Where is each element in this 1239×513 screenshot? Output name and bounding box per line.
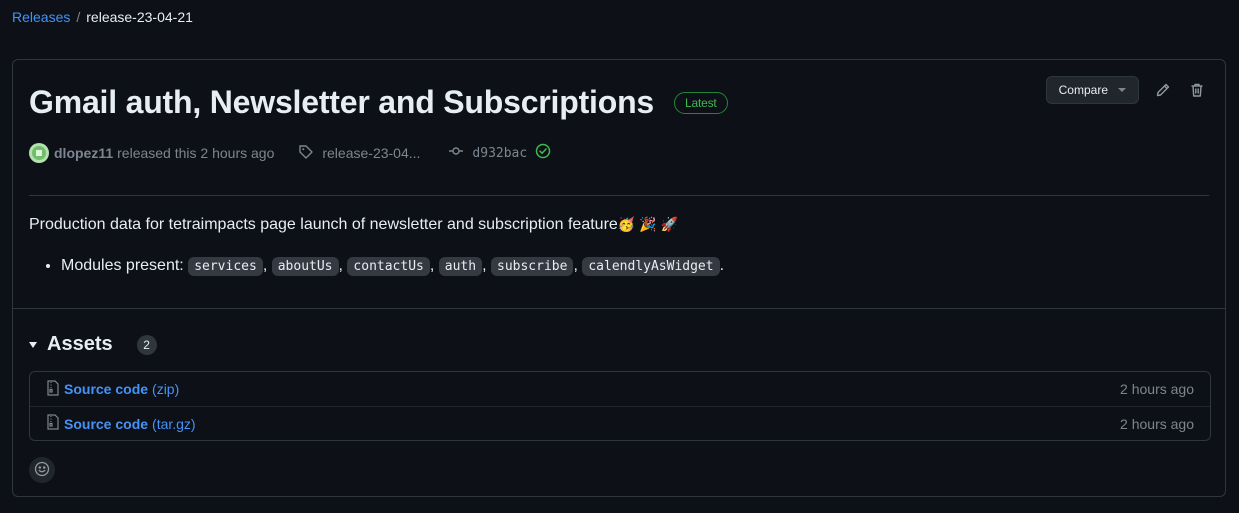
release-meta: dlopez11 released this 2 hours ago relea… [29,143,551,163]
pencil-icon[interactable] [1153,80,1173,100]
breadcrumb: Releases / release-23-04-21 [12,9,193,25]
assets-toggle[interactable]: Assets 2 [29,333,157,356]
author-link[interactable]: dlopez11 [54,145,113,161]
asset-type: (zip) [152,381,180,397]
module-code: auth [438,257,483,276]
git-commit-icon [448,143,464,163]
asset-row: Source code (zip) 2 hours ago [30,372,1210,406]
breadcrumb-releases-link[interactable]: Releases [12,9,70,25]
breadcrumb-current: release-23-04-21 [86,9,193,25]
module-code: aboutUs [271,257,339,276]
release-actions: Compare [1045,76,1207,104]
avatar[interactable] [29,143,49,163]
divider [13,308,1225,309]
divider [29,195,1209,196]
module-code: services [188,257,263,276]
smiley-icon [34,461,50,480]
caret-down-icon [29,341,37,348]
asset-name: Source code [64,381,149,397]
asset-link-zip[interactable]: Source code (zip) [46,379,180,399]
tag-name: release-23-04... [322,145,421,161]
release-title: Gmail auth, Newsletter and Subscriptions [29,84,655,120]
released-text: released this 2 hours ago [117,145,275,161]
trash-icon[interactable] [1187,80,1207,100]
add-reaction-button[interactable] [29,457,55,483]
release-description: Production data for tetraimpacts page la… [29,216,678,234]
assets-list: Source code (zip) 2 hours ago Source cod… [29,371,1211,441]
file-zip-icon [46,379,60,399]
tag-icon [298,144,314,163]
asset-type: (tar.gz) [152,415,196,432]
release-commit[interactable]: d932bac [448,143,551,163]
module-code: contactUs [347,257,430,276]
asset-link-targz[interactable]: Source code (tar.gz) [46,414,196,433]
breadcrumb-separator: / [76,9,81,25]
commit-sha: d932bac [472,145,528,161]
modules-list: Modules present: services, aboutUs, cont… [29,254,724,279]
assets-count-badge: 2 [136,334,157,355]
release-title-row: Gmail auth, Newsletter and Subscriptions… [29,84,728,121]
compare-button[interactable]: Compare [1045,76,1139,104]
release-card: Gmail auth, Newsletter and Subscriptions… [12,59,1226,497]
asset-name: Source code [64,415,149,432]
description-text: Production data for tetraimpacts page la… [29,216,618,233]
latest-badge: Latest [674,91,728,114]
module-code: calendlyAsWidget [582,257,720,276]
asset-time: 2 hours ago [1120,381,1194,397]
release-tag[interactable]: release-23-04... [298,144,420,163]
file-zip-icon [46,414,60,433]
asset-time: 2 hours ago [1120,415,1194,432]
celebration-emojis: 🥳 🎉 🚀 [617,216,678,232]
assets-title: Assets [47,333,113,355]
asset-row: Source code (tar.gz) 2 hours ago [30,406,1210,440]
chevron-down-icon [1118,88,1126,92]
list-item: Modules present: services, aboutUs, cont… [61,254,724,279]
modules-label: Modules present: [61,257,189,274]
compare-label: Compare [1058,83,1108,97]
verified-check-icon [535,143,551,163]
module-code: subscribe [491,257,574,276]
